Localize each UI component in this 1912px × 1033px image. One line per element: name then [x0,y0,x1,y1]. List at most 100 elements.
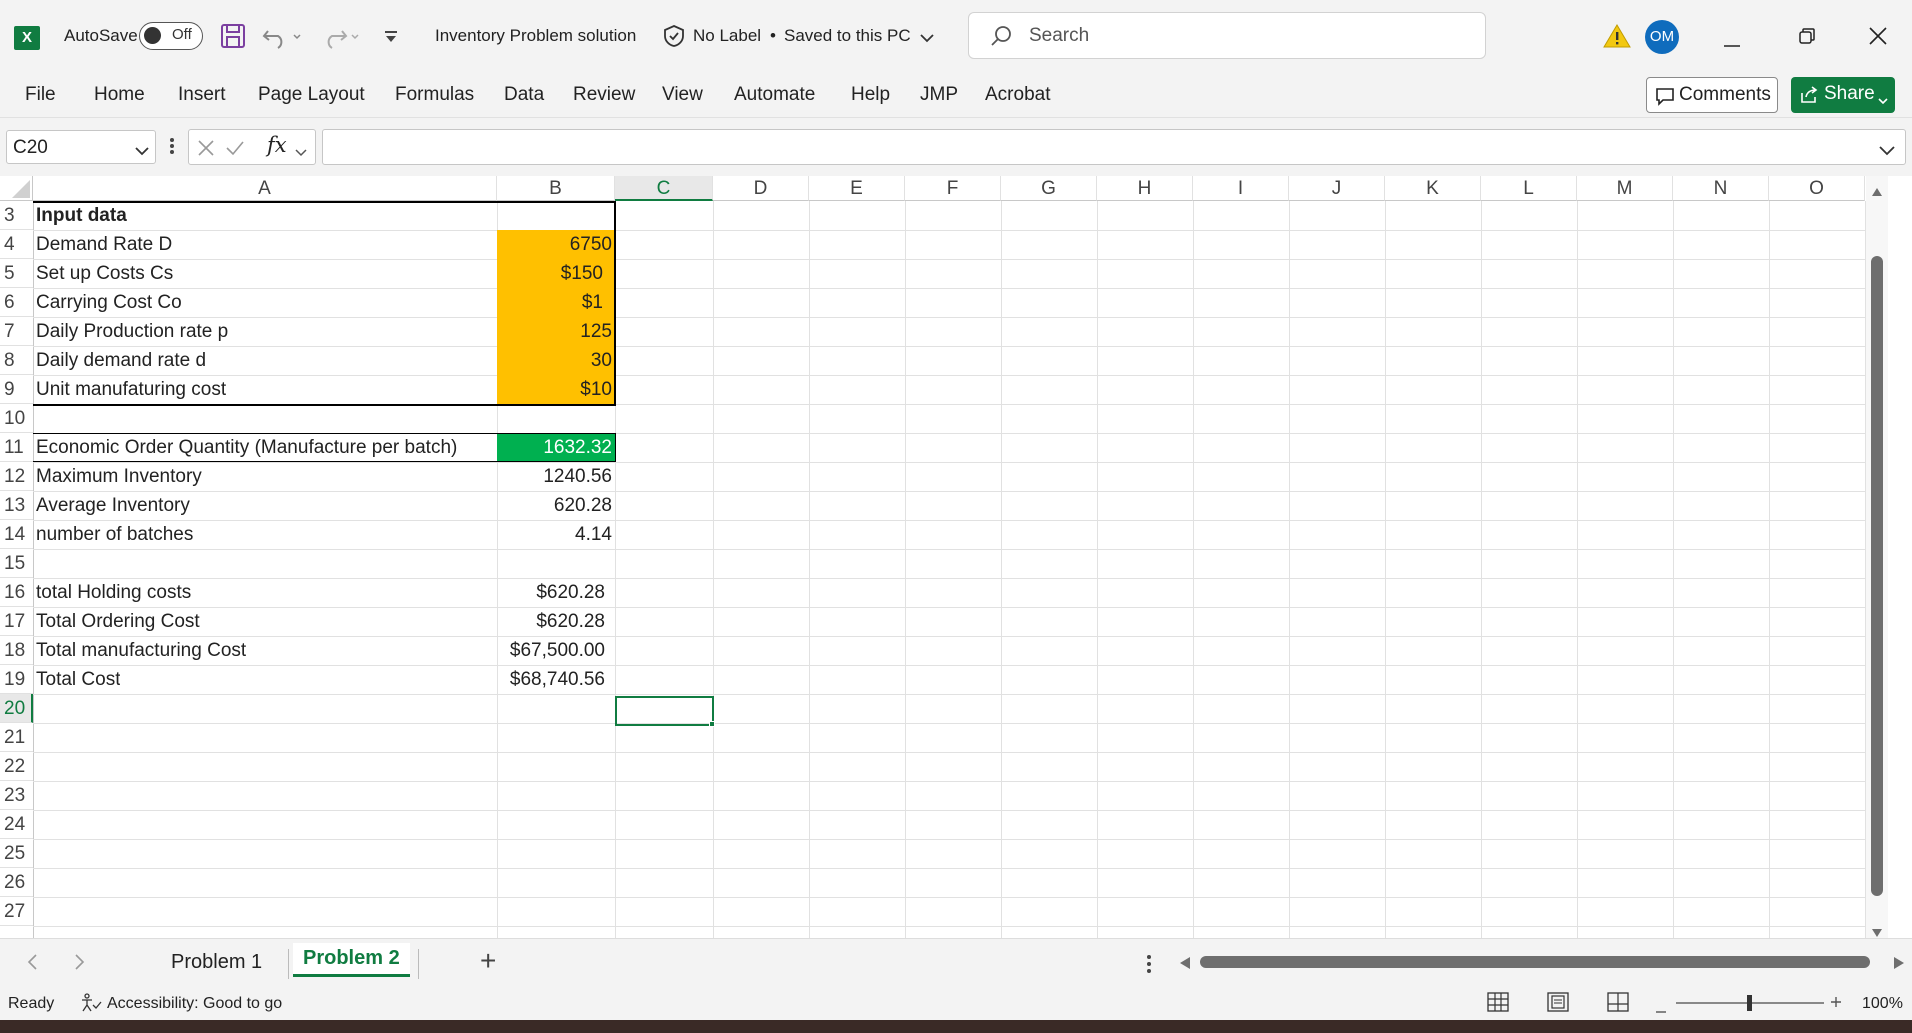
redo-icon[interactable] [320,23,360,54]
row-header[interactable]: 12 [0,462,33,491]
cell-b16[interactable]: $620.28 [497,578,615,607]
row-header[interactable]: 18 [0,636,33,665]
zoom-in-icon[interactable] [1830,995,1842,1013]
tab-insert[interactable]: Insert [178,84,226,106]
column-header-f[interactable]: F [905,176,1001,201]
tab-view[interactable]: View [662,84,703,106]
cell-b19[interactable]: $68,740.56 [497,665,615,694]
column-header-d[interactable]: D [713,176,809,201]
save-icon[interactable] [220,23,246,54]
tab-data[interactable]: Data [504,84,544,106]
column-header-c[interactable]: C [615,176,713,201]
tab-review[interactable]: Review [573,84,635,106]
cell-a17[interactable]: Total Ordering Cost [35,607,200,636]
row-header[interactable]: 22 [0,752,33,781]
row-header[interactable]: 4 [0,230,33,259]
row-header[interactable]: 9 [0,375,33,404]
fill-handle[interactable] [709,721,715,727]
cell-a7[interactable]: Daily Production rate p [35,317,228,346]
row-header[interactable]: 11 [0,433,33,462]
column-header-i[interactable]: I [1193,176,1289,201]
column-header-o[interactable]: O [1769,176,1865,201]
cell-a13[interactable]: Average Inventory [35,491,190,520]
row-header[interactable]: 15 [0,549,33,578]
tab-home[interactable]: Home [94,84,145,106]
chevron-down-icon[interactable] [135,143,149,161]
name-box[interactable]: C20 [6,130,156,164]
search-box[interactable]: Search [968,12,1486,59]
row-header[interactable]: 17 [0,607,33,636]
scroll-right-icon[interactable] [1894,956,1904,974]
cell-a18[interactable]: Total manufacturing Cost [35,636,246,665]
row-header[interactable]: 13 [0,491,33,520]
column-header-j[interactable]: J [1289,176,1385,201]
more-options-icon[interactable] [168,134,176,163]
more-options-icon[interactable] [1146,954,1152,979]
row-header[interactable]: 14 [0,520,33,549]
row-header[interactable]: 8 [0,346,33,375]
check-icon[interactable] [225,139,245,162]
tab-help[interactable]: Help [851,84,890,106]
tab-automate[interactable]: Automate [734,84,815,106]
cell-a5[interactable]: Set up Costs Cs [35,259,173,288]
row-header[interactable]: 26 [0,868,33,897]
cell-a14[interactable]: number of batches [35,520,193,549]
cell-a19[interactable]: Total Cost [35,665,120,694]
close-icon[interactable] [1868,26,1888,51]
row-header[interactable]: 19 [0,665,33,694]
spreadsheet-grid[interactable]: A B C D E F G H I J K L M N O 3 Input da… [0,176,1888,938]
column-header-l[interactable]: L [1481,176,1577,201]
row-header[interactable]: 3 [0,201,33,230]
vertical-scroll-thumb[interactable] [1871,256,1883,896]
cell-b9[interactable]: $10 [497,375,615,404]
cell-b12[interactable]: 1240.56 [497,462,615,491]
row-header[interactable]: 21 [0,723,33,752]
avatar[interactable]: OM [1645,20,1679,54]
formula-input[interactable] [322,129,1906,165]
cell-b13[interactable]: 620.28 [497,491,615,520]
select-all-corner[interactable] [0,176,33,201]
share-button[interactable]: Share [1791,77,1895,113]
cancel-icon[interactable] [197,139,215,162]
autosave-toggle[interactable]: Off [139,22,203,50]
cell-b5[interactable]: $150 [497,259,615,288]
zoom-level[interactable]: 100% [1862,995,1903,1013]
row-header[interactable]: 25 [0,839,33,868]
tab-page-layout[interactable]: Page Layout [258,84,365,106]
chevron-down-icon[interactable] [920,30,934,48]
sensitivity-label[interactable]: No Label [693,26,761,46]
cell-b6[interactable]: $1 [497,288,615,317]
row-header[interactable]: 5 [0,259,33,288]
comments-button[interactable]: Comments [1646,77,1778,113]
column-header-m[interactable]: M [1577,176,1673,201]
scroll-up-icon[interactable] [1872,183,1882,201]
row-header[interactable]: 16 [0,578,33,607]
undo-icon[interactable] [262,23,302,54]
column-header-n[interactable]: N [1673,176,1769,201]
cell-b8[interactable]: 30 [497,346,615,375]
cell-a6[interactable]: Carrying Cost Co [35,288,182,317]
chevron-down-icon[interactable] [295,144,307,162]
cell-a8[interactable]: Daily demand rate d [35,346,206,375]
column-header-h[interactable]: H [1097,176,1193,201]
cell-b4[interactable]: 6750 [497,230,615,259]
tab-jmp[interactable]: JMP [920,84,958,106]
row-header[interactable]: 24 [0,810,33,839]
cell-a9[interactable]: Unit manufaturing cost [35,375,226,404]
tab-file[interactable]: File [25,84,56,106]
column-header-k[interactable]: K [1385,176,1481,201]
tab-formulas[interactable]: Formulas [395,84,474,106]
save-status[interactable]: Saved to this PC [784,26,911,46]
cell-a12[interactable]: Maximum Inventory [35,462,202,491]
cell-a15[interactable] [35,549,36,578]
accessibility-icon[interactable] [80,993,102,1018]
column-header-e[interactable]: E [809,176,905,201]
row-header[interactable]: 27 [0,897,33,926]
row-header[interactable]: 10 [0,404,33,433]
cell-b14[interactable]: 4.14 [497,520,615,549]
scroll-down-icon[interactable] [1872,924,1882,938]
tab-acrobat[interactable]: Acrobat [985,84,1050,106]
cell-a4[interactable]: Demand Rate D [35,230,172,259]
restore-icon[interactable] [1798,27,1816,50]
minimize-icon[interactable] [1723,35,1741,53]
